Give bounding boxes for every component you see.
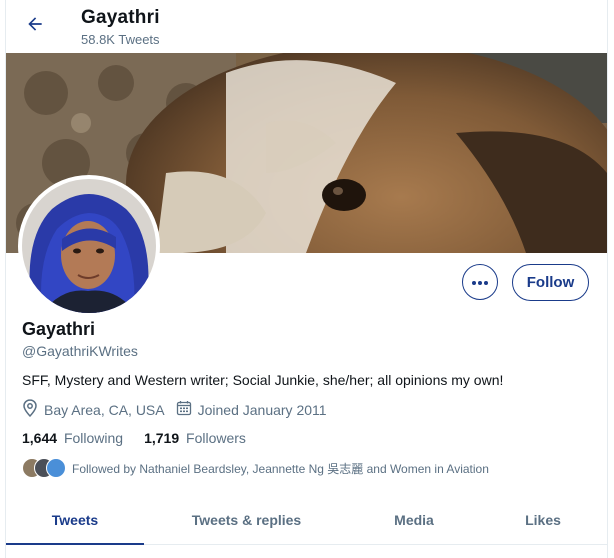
tab-label: Likes <box>525 512 561 528</box>
tab-likes[interactable]: Likes <box>479 496 607 544</box>
more-horizontal-icon <box>471 273 489 291</box>
mutual-avatar <box>46 458 66 478</box>
back-button[interactable] <box>20 11 50 41</box>
location-pin-icon <box>22 399 44 420</box>
tab-label: Tweets <box>51 512 99 528</box>
follow-button[interactable]: Follow <box>512 264 589 301</box>
display-name: Gayathri <box>22 319 96 339</box>
mutual-avatars <box>22 458 66 478</box>
user-handle: @GayathriKWrites <box>22 343 138 359</box>
top-bar: Gayathri 58.8K Tweets <box>6 0 607 53</box>
tab-tweets-and-replies[interactable]: Tweets & replies <box>144 496 349 544</box>
bio-text: SFF, Mystery and Western writer; Social … <box>22 372 504 388</box>
arrow-left-icon <box>25 14 45 39</box>
calendar-icon <box>176 400 198 419</box>
followed-by-text: Followed by Nathaniel Beardsley, Jeannet… <box>72 461 489 476</box>
joined-item: Joined January 2011 <box>176 400 327 419</box>
tweet-count: 58.8K Tweets <box>81 32 160 47</box>
avatar-image <box>22 179 156 313</box>
profile-meta: Bay Area, CA, USA Joined January 2011 <box>22 399 338 420</box>
joined-text: Joined January 2011 <box>197 401 327 418</box>
following-label: Following <box>63 430 124 446</box>
location-text: Bay Area, CA, USA <box>44 401 165 418</box>
follow-stats: 1,644 Following 1,719 Followers <box>22 430 267 446</box>
followers-label: Followers <box>186 430 246 446</box>
tab-label: Tweets & replies <box>191 512 302 528</box>
following-link[interactable]: 1,644 Following <box>22 430 123 446</box>
followers-link[interactable]: 1,719 Followers <box>144 430 246 446</box>
profile-page: Gayathri 58.8K Tweets Follow Gayathri @G… <box>5 0 608 558</box>
profile-avatar[interactable] <box>18 175 160 317</box>
tab-tweets[interactable]: Tweets <box>6 496 144 545</box>
following-count: 1,644 <box>22 430 58 446</box>
header-name: Gayathri <box>81 7 160 28</box>
more-options-button[interactable] <box>462 264 498 300</box>
followed-by-row[interactable]: Followed by Nathaniel Beardsley, Jeannet… <box>22 458 489 478</box>
tab-label: Media <box>394 512 434 528</box>
profile-tabs: Tweets Tweets & replies Media Likes <box>6 496 607 545</box>
location-item: Bay Area, CA, USA <box>22 399 165 420</box>
followers-count: 1,719 <box>144 430 180 446</box>
tab-media[interactable]: Media <box>349 496 479 544</box>
